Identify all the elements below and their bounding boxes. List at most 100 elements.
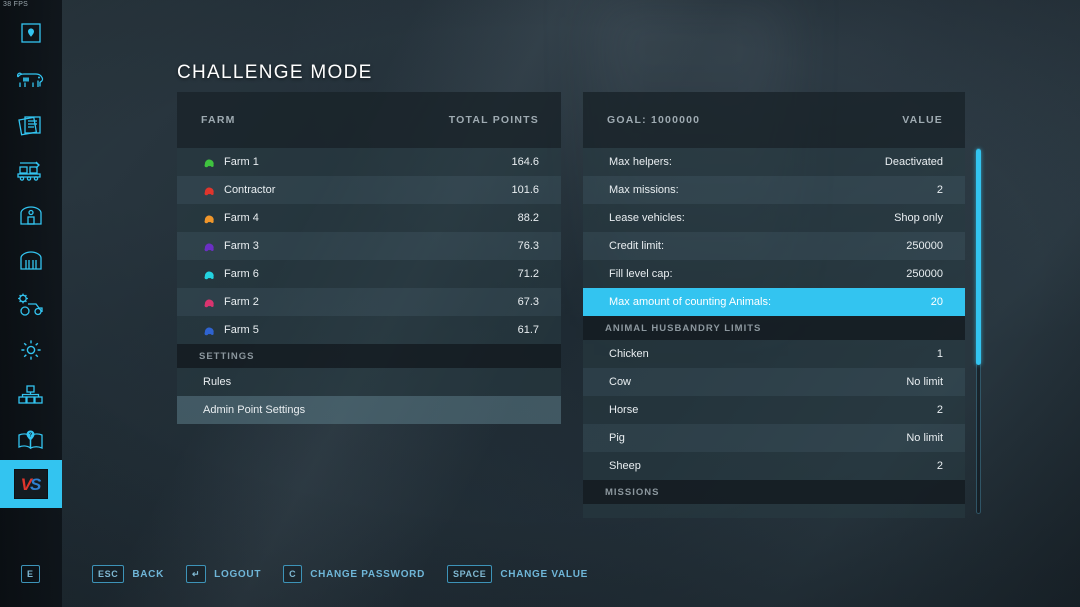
keycap: C: [283, 565, 303, 583]
limit-row[interactable]: Max helpers: Deactivated: [583, 148, 965, 176]
settings-list: Rules Admin Point Settings: [177, 368, 561, 424]
limits-list: Max helpers: Deactivated Max missions: 2 Lea…: [583, 148, 965, 316]
cow-icon: [15, 68, 47, 94]
farm-column-header: FARM: [201, 114, 236, 126]
animal-pen-icon: [17, 247, 45, 273]
sidebar-rail: ? VS: [0, 0, 62, 607]
sidebar-item-contracts[interactable]: [0, 102, 62, 150]
row-label-text: Farm 5: [224, 324, 259, 336]
sidebar-item-animal-pens[interactable]: [0, 236, 62, 284]
row-label-text: Lease vehicles:: [609, 212, 685, 224]
farm-row[interactable]: Farm 3 76.3: [177, 232, 561, 260]
row-label: Credit limit:: [609, 240, 664, 252]
versus-icon: VS: [14, 469, 48, 499]
goal-column-header: GOAL: 1000000: [607, 114, 701, 126]
row-value: 20: [930, 296, 943, 308]
row-value: Shop only: [894, 212, 943, 224]
settings-row[interactable]: Admin Point Settings: [177, 396, 561, 424]
interact-keycap: E: [21, 565, 40, 583]
sidebar-item-animals[interactable]: [0, 57, 62, 105]
row-value: Deactivated: [884, 156, 943, 168]
limit-row[interactable]: Credit limit: 250000: [583, 232, 965, 260]
keycap: ESC: [92, 565, 125, 583]
row-label: Farm 3: [203, 240, 259, 252]
row-label: Cow: [609, 376, 631, 388]
farm-row[interactable]: Contractor 101.6: [177, 176, 561, 204]
row-label: Lease vehicles:: [609, 212, 685, 224]
animal-limit-row[interactable]: Pig No limit: [583, 424, 965, 452]
vehicle-settings-icon: [15, 292, 47, 318]
row-label: Fill level cap:: [609, 268, 673, 280]
farm-row[interactable]: Farm 4 88.2: [177, 204, 561, 232]
action-bar: ESC BACK ↵ LOGOUT C CHANGE PASSWORD SPACE CHANG…: [92, 565, 588, 583]
row-label-text: Sheep: [609, 460, 641, 472]
limit-row[interactable]: Max missions: 2: [583, 176, 965, 204]
row-value: 250000: [906, 268, 943, 280]
farm-row[interactable]: Farm 5 61.7: [177, 316, 561, 344]
action-back[interactable]: ESC BACK: [92, 565, 164, 583]
row-value: 101.6: [511, 184, 539, 196]
row-label-text: Farm 3: [224, 240, 259, 252]
row-value: 1: [936, 348, 943, 360]
settings-section-header: SETTINGS: [177, 344, 561, 368]
animal-limit-row[interactable]: Cow No limit: [583, 368, 965, 396]
row-label: Rules: [203, 376, 231, 388]
farm-color-icon: [203, 325, 216, 336]
row-label: Max helpers:: [609, 156, 672, 168]
row-label-text: Farm 2: [224, 296, 259, 308]
row-value: 67.3: [517, 296, 539, 308]
row-value: 2: [936, 404, 943, 416]
sidebar-item-statistics[interactable]: [0, 371, 62, 419]
farm-color-icon: [203, 269, 216, 280]
value-column-header: VALUE: [902, 114, 943, 126]
row-label: Farm 2: [203, 296, 259, 308]
action-label: BACK: [132, 568, 164, 580]
limit-row[interactable]: Lease vehicles: Shop only: [583, 204, 965, 232]
interact-key-hint[interactable]: E: [21, 564, 40, 583]
limit-row[interactable]: Max amount of counting Animals: 20: [583, 288, 965, 316]
animal-limit-row[interactable]: Chicken 1: [583, 340, 965, 368]
farm-row[interactable]: Farm 2 67.3: [177, 288, 561, 316]
keycap: SPACE: [447, 565, 493, 583]
row-label-text: Farm 6: [224, 268, 259, 280]
row-label: Max amount of counting Animals:: [609, 296, 771, 308]
goal-panel-header: GOAL: 1000000 VALUE: [583, 92, 965, 148]
farm-row[interactable]: Farm 6 71.2: [177, 260, 561, 288]
panel-scrollbar-track[interactable]: [976, 148, 981, 514]
sidebar-item-buildings[interactable]: [0, 191, 62, 239]
row-value: 61.7: [517, 324, 539, 336]
sidebar-item-map[interactable]: [0, 9, 62, 57]
animal-limits-list: Chicken 1 Cow No limit Horse 2 Pig No limit Shee…: [583, 340, 965, 480]
panel-scrollbar-thumb[interactable]: [976, 149, 981, 365]
row-value: 2: [936, 184, 943, 196]
row-value: No limit: [906, 376, 943, 388]
documents-icon: [16, 113, 46, 139]
animal-limit-row[interactable]: Horse 2: [583, 396, 965, 424]
sidebar-item-vehicles[interactable]: [0, 281, 62, 329]
row-label: Pig: [609, 432, 625, 444]
row-label: Horse: [609, 404, 638, 416]
action-logout[interactable]: ↵ LOGOUT: [186, 565, 261, 583]
svg-text:?: ?: [29, 433, 33, 439]
animal-limit-row[interactable]: Sheep 2: [583, 452, 965, 480]
settings-row[interactable]: Rules: [177, 368, 561, 396]
row-label-text: Chicken: [609, 348, 649, 360]
sidebar-item-challenge-mode[interactable]: VS: [0, 460, 62, 508]
row-label: Farm 5: [203, 324, 259, 336]
row-label-text: Max amount of counting Animals:: [609, 296, 772, 308]
limit-row[interactable]: Fill level cap: 250000: [583, 260, 965, 288]
sidebar-item-help[interactable]: ?: [0, 416, 62, 464]
farm-row[interactable]: Farm 1 164.6: [177, 148, 561, 176]
sidebar-item-production[interactable]: [0, 146, 62, 194]
sidebar-item-settings[interactable]: [0, 326, 62, 374]
action-change-value[interactable]: SPACE CHANGE VALUE: [447, 565, 588, 583]
missions-section-header: MISSIONS: [583, 480, 965, 504]
row-label-text: Admin Point Settings: [203, 404, 306, 416]
row-value: 71.2: [517, 268, 539, 280]
action-change-password[interactable]: C CHANGE PASSWORD: [283, 565, 425, 583]
row-label-text: Pig: [609, 432, 625, 444]
row-label-text: Rules: [203, 376, 232, 388]
action-label: LOGOUT: [214, 568, 262, 580]
missions-row-clipped[interactable]: [583, 504, 965, 518]
map-marker-icon: [18, 20, 44, 46]
